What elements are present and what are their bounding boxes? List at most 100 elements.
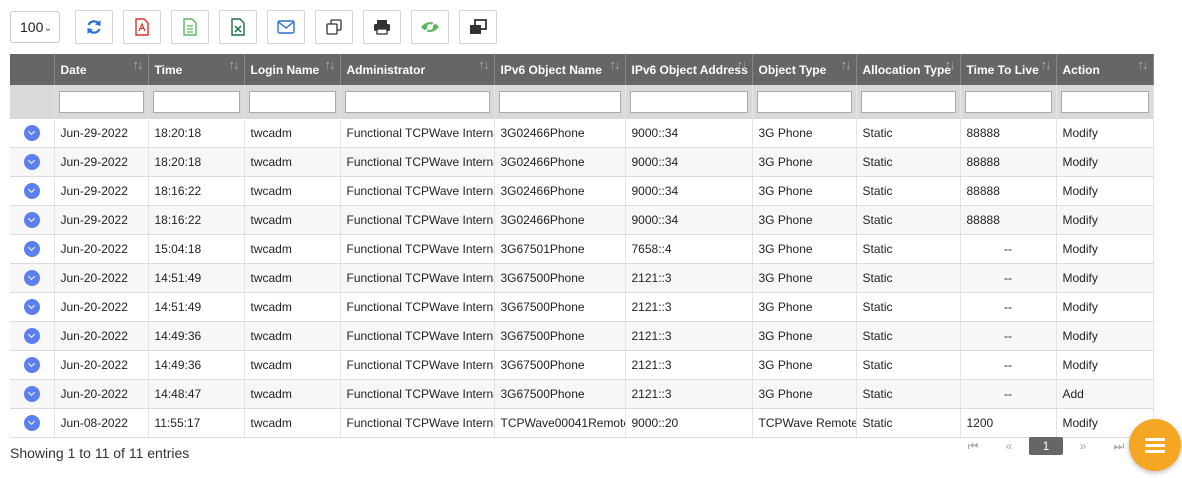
column-header[interactable]: Date ↑↓ [54,54,149,85]
expand-row-icon[interactable] [23,386,40,402]
expand-cell [10,350,55,380]
table-cell: 9000::34 [625,205,753,235]
table-cell: twcadm [244,234,341,264]
filter-input[interactable] [860,91,956,113]
filter-row [10,85,1154,119]
table-cell: Modify [1056,205,1154,235]
column-header[interactable]: Time ↑↓ [148,54,245,85]
filter-input[interactable] [344,91,490,113]
expand-row-icon[interactable] [23,415,40,431]
table-cell: 9000::34 [625,176,753,206]
filter-input[interactable] [756,91,852,113]
filter-input[interactable] [964,91,1052,113]
table-cell: 3G Phone [752,119,857,148]
excel-icon [231,18,245,36]
copy-icon [326,19,342,35]
table-cell: 3G02466Phone [494,205,626,235]
expand-row-icon[interactable] [23,125,40,141]
table-cell: twcadm [244,292,341,322]
hamburger-icon [1145,435,1165,456]
menu-fab-button[interactable] [1129,419,1181,471]
table-cell: Jun-20-2022 [54,234,149,264]
column-header-label: Object Type [758,62,827,77]
column-header[interactable]: Administrator ↑↓ [340,54,495,85]
expand-row-icon[interactable] [23,299,40,315]
email-icon [277,20,295,34]
header-row: Date ↑↓ Time ↑↓ Login Name ↑↓ Administrator… [10,54,1154,85]
table-cell: 2121::3 [625,350,753,380]
previous-page-button[interactable]: « [991,439,1027,453]
excel-button[interactable] [219,10,257,44]
table-cell: 3G02466Phone [494,147,626,177]
print-button[interactable] [363,10,401,44]
column-header[interactable]: Login Name ↑↓ [244,54,341,85]
table-cell: Jun-20-2022 [54,321,149,351]
table-cell: 14:48:47 [148,379,245,409]
expand-row-icon[interactable] [23,328,40,344]
filter-input[interactable] [248,91,336,113]
filter-input[interactable] [629,91,748,113]
page-size-value: 100 [20,19,44,35]
filter-input[interactable] [58,91,144,113]
table-row: Jun-20-2022 14:49:36 twcadm Functional TCPW… [10,321,1154,351]
filter-input[interactable] [498,91,621,113]
table-cell: 15:04:18 [148,234,245,264]
refresh-button[interactable] [75,10,113,44]
table-cell: -- [960,321,1057,351]
entries-info: Showing 1 to 11 of 11 entries [10,445,190,461]
restore-icon [470,19,487,34]
expand-row-icon[interactable] [23,212,40,228]
expand-row-icon[interactable] [23,183,40,199]
table-cell: Jun-29-2022 [54,205,149,235]
table-cell: Add [1056,379,1154,409]
restore-button[interactable] [459,10,497,44]
table-cell: -- [960,263,1057,293]
current-page-button[interactable]: 1 [1029,437,1063,455]
column-header[interactable]: IPv6 Object Name ↑↓ [494,54,626,85]
table-cell: Static [856,119,961,148]
table-cell: Functional TCPWave Internal [340,350,495,380]
table-body: Jun-29-2022 18:20:18 twcadm Functional TCPW… [10,119,1154,438]
table-cell: 3G67500Phone [494,379,626,409]
email-button[interactable] [267,10,305,44]
table-cell: Functional TCPWave Internal [340,147,495,177]
pdf-button[interactable] [123,10,161,44]
column-header[interactable]: Object Type ↑↓ [752,54,857,85]
table-cell: 14:49:36 [148,321,245,351]
table-row: Jun-29-2022 18:20:18 twcadm Functional TCPW… [10,147,1154,177]
table-cell: twcadm [244,263,341,293]
first-page-button[interactable]: ⏮ [955,439,991,454]
filter-input[interactable] [1060,91,1149,113]
table-cell: twcadm [244,176,341,206]
column-header[interactable]: Allocation Type ↑↓ [856,54,961,85]
table-cell: 14:51:49 [148,292,245,322]
table-row: Jun-20-2022 14:49:36 twcadm Functional TCPW… [10,350,1154,380]
filter-input[interactable] [152,91,240,113]
column-header[interactable]: IPv6 Object Address ↑↓ [625,54,753,85]
audit-table: Date ↑↓ Time ↑↓ Login Name ↑↓ Administrator… [10,54,1154,438]
table-cell: TCPWave Remote [752,408,857,438]
expand-row-icon[interactable] [23,154,40,170]
table-cell: Jun-29-2022 [54,147,149,177]
table-cell: Functional TCPWave Internal [340,119,495,148]
csv-button[interactable] [171,10,209,44]
expand-row-icon[interactable] [23,270,40,286]
column-header[interactable]: Time To Live ↑↓ [960,54,1057,85]
column-header[interactable]: Action ↑↓ [1056,54,1154,85]
table-cell: Functional TCPWave Internal [340,321,495,351]
filter-cell [1056,85,1154,119]
table-cell: Static [856,292,961,322]
table-cell: 88888 [960,147,1057,177]
page-size-select[interactable]: 100 ⌄ [10,11,60,43]
table-cell: Static [856,147,961,177]
table-cell: 3G Phone [752,292,857,322]
table-cell: Static [856,321,961,351]
sort-icon: ↑↓ [132,57,144,72]
expand-row-icon[interactable] [23,241,40,257]
column-visibility-button[interactable] [411,10,449,44]
copy-button[interactable] [315,10,353,44]
table-cell: 11:55:17 [148,408,245,438]
next-page-button[interactable]: » [1065,439,1101,453]
expand-cell [10,176,55,206]
expand-row-icon[interactable] [23,357,40,373]
